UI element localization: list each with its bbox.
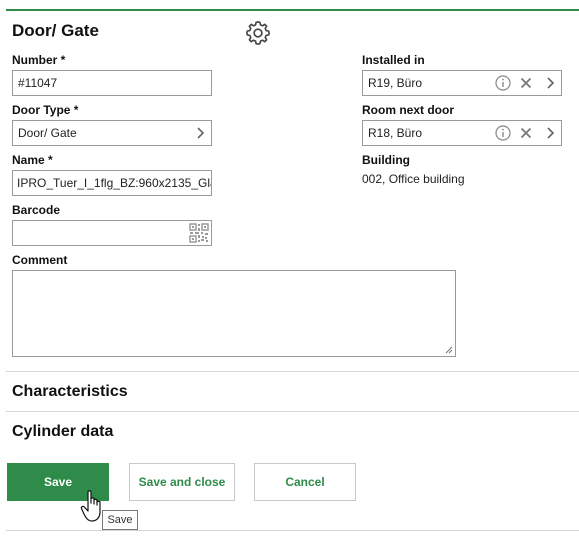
clear-icon[interactable] [518,75,534,91]
name-field[interactable]: IPRO_Tuer_I_1flg_BZ:960x2135_Glas: [12,170,212,196]
door-type-value: Door/ Gate [18,126,77,140]
top-accent-line [6,9,579,11]
section-characteristics[interactable]: Characteristics [12,383,128,401]
name-label: Name * [12,153,53,167]
building-label: Building [362,153,410,167]
number-label: Number * [12,53,66,67]
qr-code-icon[interactable] [188,222,210,244]
room-next-door-label: Room next door [362,103,454,117]
resize-handle-icon[interactable] [445,346,453,354]
chevron-right-icon[interactable] [543,76,557,90]
section-divider [6,371,579,372]
barcode-label: Barcode [12,203,61,217]
installed-in-field[interactable]: R19, Büro [362,70,562,96]
gear-icon[interactable] [244,19,272,47]
tooltip: Save [102,510,138,530]
section-divider [6,411,579,412]
building-value: 002, Office building [362,172,465,186]
chevron-right-icon[interactable] [543,126,557,140]
room-next-door-value: R18, Büro [368,126,423,140]
chevron-right-icon[interactable] [193,126,207,140]
door-type-field[interactable]: Door/ Gate [12,120,212,146]
number-field[interactable]: #11047 [12,70,212,96]
bottom-divider [6,530,579,531]
section-cylinder-data[interactable]: Cylinder data [12,423,113,441]
comment-label: Comment [12,253,68,267]
door-type-label: Door Type * [12,103,79,117]
save-and-close-button[interactable]: Save and close [129,463,235,501]
barcode-field[interactable] [12,220,212,246]
cancel-button[interactable]: Cancel [254,463,356,501]
info-icon[interactable] [495,125,511,141]
comment-textarea[interactable] [12,270,456,357]
installed-in-label: Installed in [362,53,425,67]
clear-icon[interactable] [518,125,534,141]
page-title: Door/ Gate [12,21,99,40]
info-icon[interactable] [495,75,511,91]
installed-in-value: R19, Büro [368,76,423,90]
number-value: #11047 [18,76,58,90]
name-value: IPRO_Tuer_I_1flg_BZ:960x2135_Glas: [17,176,212,190]
room-next-door-field[interactable]: R18, Büro [362,120,562,146]
